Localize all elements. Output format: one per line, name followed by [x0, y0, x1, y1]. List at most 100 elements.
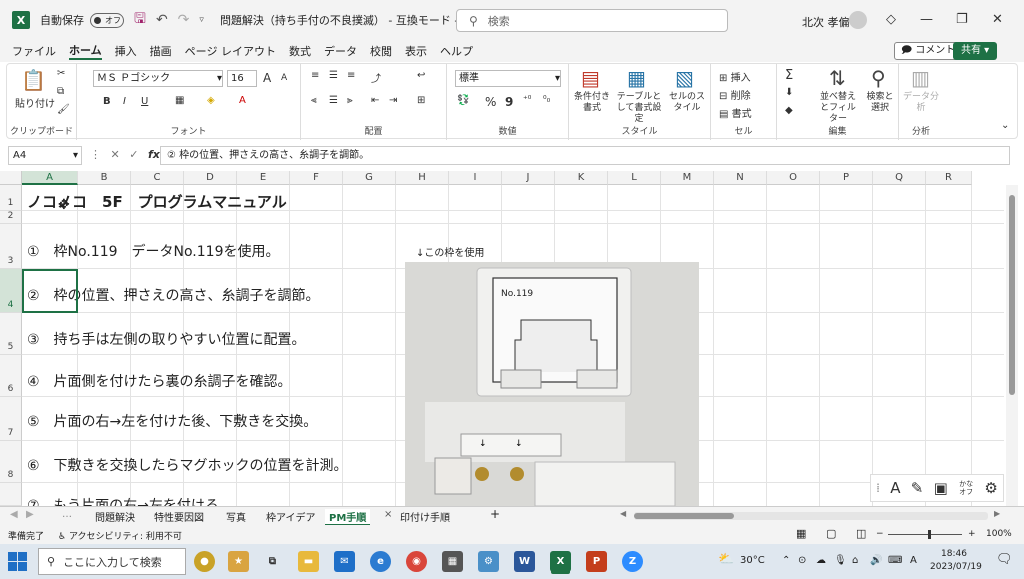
- italic-button[interactable]: I: [123, 96, 126, 107]
- data-analysis-icon[interactable]: ▥: [911, 66, 930, 90]
- sheet-tab-fishbone[interactable]: 特性要因図: [154, 509, 204, 524]
- avatar[interactable]: [849, 11, 867, 29]
- tab-insert[interactable]: 挿入: [115, 43, 137, 59]
- zoom-app-icon[interactable]: Z: [622, 551, 643, 572]
- sheet-next-icon[interactable]: ▶: [26, 509, 34, 520]
- conditional-format-button[interactable]: 条件付き書式: [571, 92, 613, 114]
- worksheet-grid[interactable]: ABCDEFGHIJKLMNOPQR 12345678 ノコノコ 5F プログラ…: [0, 171, 1024, 506]
- excel-taskbar-icon[interactable]: X: [550, 551, 571, 572]
- sheet-more-icon[interactable]: …: [62, 509, 72, 520]
- tab-file[interactable]: ファイル: [12, 43, 56, 59]
- zoom-level[interactable]: 100%: [986, 529, 1012, 539]
- taskbar-search-input[interactable]: ⚲ ここに入力して検索: [38, 548, 186, 575]
- search-input[interactable]: ⚲ 検索: [456, 9, 728, 32]
- increase-decimal-icon[interactable]: ⁺⁰: [523, 95, 531, 105]
- align-center-icon[interactable]: ☰: [329, 95, 338, 106]
- wrap-text-icon[interactable]: ↩: [417, 70, 425, 81]
- row-header-1[interactable]: 1: [0, 185, 22, 211]
- decrease-decimal-icon[interactable]: ⁰₀: [543, 95, 550, 105]
- column-header-k[interactable]: K: [555, 171, 608, 185]
- autosum-button[interactable]: Σ: [785, 68, 793, 83]
- underline-button[interactable]: U: [141, 96, 148, 107]
- task-view-icon[interactable]: ⧉: [262, 551, 283, 572]
- tab-view[interactable]: 表示: [405, 43, 427, 59]
- sheet-tab-pm-steps[interactable]: PM手順: [325, 509, 371, 526]
- tray-app-icon[interactable]: ⊙: [798, 555, 806, 566]
- row-header-8[interactable]: 8: [0, 441, 22, 483]
- grow-font-button[interactable]: A: [263, 71, 271, 85]
- fill-color-icon[interactable]: ◈: [207, 95, 215, 106]
- cell-a3[interactable]: ① 枠No.119 データNo.119を使用。: [27, 241, 279, 261]
- cloud-icon[interactable]: ☁: [816, 555, 826, 566]
- edge-icon[interactable]: e: [370, 551, 391, 572]
- tab-home[interactable]: ホーム: [69, 42, 102, 60]
- zoom-slider[interactable]: [888, 534, 962, 535]
- collapse-ribbon-icon[interactable]: ⌄: [1001, 120, 1009, 131]
- cell-a7[interactable]: ⑤ 片面の右→左を付けた後、下敷きを交換。: [27, 411, 317, 431]
- enter-icon[interactable]: ✓: [129, 148, 138, 161]
- font-color-icon[interactable]: A: [239, 95, 246, 106]
- column-header-j[interactable]: J: [502, 171, 555, 185]
- weather-icon[interactable]: ⛅: [718, 552, 734, 567]
- name-box[interactable]: A4 ▾: [8, 146, 82, 165]
- clear-icon[interactable]: ◆: [785, 105, 793, 116]
- conditional-format-icon[interactable]: ▤: [581, 66, 600, 90]
- row-header-4[interactable]: 4: [0, 269, 22, 313]
- orientation-icon[interactable]: ⤴: [371, 70, 381, 85]
- format-as-table-icon[interactable]: ▦: [627, 66, 646, 90]
- ime-mode-button[interactable]: A: [890, 479, 900, 497]
- shrink-font-button[interactable]: A: [281, 73, 287, 83]
- cell-a9[interactable]: ⑦ もう片面の右→左を付ける。: [27, 495, 233, 506]
- cell-a8[interactable]: ⑥ 下敷きを交換したらマグホックの位置を計測。: [27, 455, 348, 475]
- horizontal-scroll-thumb[interactable]: [634, 513, 734, 519]
- format-painter-icon[interactable]: 🖌: [57, 104, 70, 115]
- tab-page-layout[interactable]: ページ レイアウト: [185, 43, 276, 59]
- close-icon[interactable]: ✕: [992, 12, 1003, 27]
- column-header-d[interactable]: D: [184, 171, 237, 185]
- volume-icon[interactable]: 🔊: [870, 555, 882, 566]
- add-sheet-button[interactable]: +: [490, 507, 500, 521]
- accessibility-status[interactable]: ♿ アクセシビリティ: 利用不可: [58, 529, 182, 542]
- row-header-3[interactable]: 3: [0, 224, 22, 269]
- row-header-6[interactable]: 6: [0, 355, 22, 397]
- align-top-icon[interactable]: ≡: [311, 70, 319, 81]
- tray-overflow-icon[interactable]: ⌃: [782, 555, 790, 566]
- insert-function-button[interactable]: fx: [148, 148, 160, 161]
- page-break-view-icon[interactable]: ◫: [856, 527, 866, 540]
- undo-icon[interactable]: ↶: [156, 12, 168, 28]
- more-options-icon[interactable]: ⋮: [90, 148, 101, 161]
- data-analysis-button[interactable]: データ分析: [903, 92, 939, 114]
- frame-photo[interactable]: No.119 ↓ ↓: [405, 262, 699, 506]
- sort-filter-button[interactable]: 並べ替えとフィルター: [817, 92, 859, 125]
- sheet-tab-marking[interactable]: 印付け手順: [400, 509, 450, 524]
- vertical-scroll-thumb[interactable]: [1009, 195, 1015, 395]
- network-icon[interactable]: ⌂: [852, 555, 858, 566]
- select-all-corner[interactable]: [0, 171, 22, 185]
- font-name-select[interactable]: ＭＳ Ｐゴシック ▾: [93, 70, 223, 87]
- number-format-select[interactable]: 標準 ▾: [455, 70, 561, 87]
- settings-app-icon[interactable]: ⚙: [478, 551, 499, 572]
- sheet-tab-photos[interactable]: 写真: [226, 509, 246, 524]
- sheet-tab-close-icon[interactable]: ×: [384, 509, 392, 520]
- cell-a6[interactable]: ④ 片面側を付けたら裏の糸調子を確認。: [27, 371, 292, 391]
- align-middle-icon[interactable]: ☰: [329, 70, 338, 81]
- column-header-n[interactable]: N: [714, 171, 767, 185]
- sheet-tab-frame-ideas[interactable]: 枠アイデア: [266, 509, 316, 524]
- font-size-select[interactable]: 16: [227, 70, 257, 87]
- file-explorer-icon[interactable]: ▬: [298, 551, 319, 572]
- currency-icon[interactable]: 💱: [457, 95, 469, 106]
- row-header-5[interactable]: 5: [0, 313, 22, 355]
- column-header-q[interactable]: Q: [873, 171, 926, 185]
- mail-icon[interactable]: ✉: [334, 551, 355, 572]
- column-header-c[interactable]: C: [131, 171, 184, 185]
- cut-icon[interactable]: ✂: [57, 68, 65, 79]
- sort-filter-icon[interactable]: ⇅: [829, 66, 846, 90]
- comma-button[interactable]: 9: [505, 95, 513, 109]
- widget-award-icon[interactable]: ★: [228, 551, 249, 572]
- column-header-b[interactable]: B: [78, 171, 131, 185]
- find-select-button[interactable]: 検索と選択: [863, 92, 897, 114]
- fill-icon[interactable]: ⬇: [785, 87, 793, 98]
- tab-help[interactable]: ヘルプ: [440, 43, 473, 59]
- cancel-icon[interactable]: ✕: [111, 148, 120, 161]
- tab-draw[interactable]: 描画: [150, 43, 172, 59]
